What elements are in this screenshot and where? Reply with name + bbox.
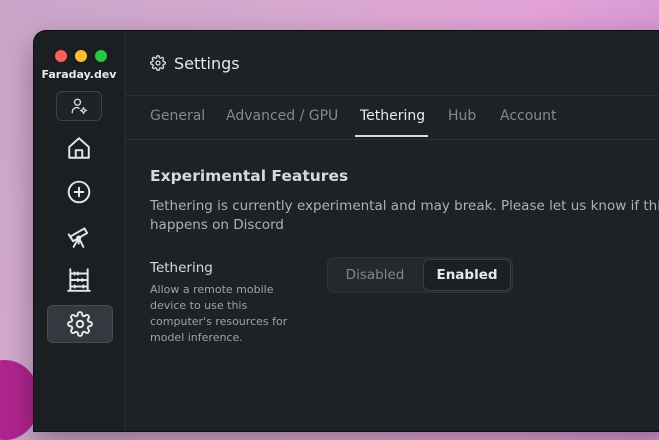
tab-tethering[interactable]: Tethering — [360, 108, 425, 124]
settings-content: Experimental Features Tethering is curre… — [150, 167, 659, 344]
sidebar-item-compute[interactable] — [47, 262, 111, 298]
abacus-icon — [66, 267, 92, 293]
toggle-option-enabled[interactable]: Enabled — [423, 259, 511, 291]
tab-bar: General Advanced / GPU Tethering Hub Acc… — [125, 95, 659, 140]
gear-icon — [67, 311, 93, 337]
sidebar-item-add[interactable] — [47, 174, 111, 210]
toggle-option-disabled[interactable]: Disabled — [328, 258, 422, 292]
tethering-label: Tethering — [150, 260, 213, 276]
tab-general[interactable]: General — [150, 108, 205, 124]
maximize-button[interactable] — [95, 50, 107, 62]
sidebar-item-explore[interactable] — [47, 218, 111, 254]
page-title: Settings — [174, 53, 240, 73]
tethering-help-text: Allow a remote mobile device to use this… — [150, 283, 288, 344]
tab-hub[interactable]: Hub — [448, 108, 476, 124]
telescope-icon — [66, 223, 92, 249]
app-window: Faraday.dev Settings General Advanced / … — [34, 31, 659, 431]
tab-advanced-gpu[interactable]: Advanced / GPU — [226, 108, 338, 124]
main-panel: Settings General Advanced / GPU Tetherin… — [125, 31, 659, 431]
window-controls — [55, 50, 107, 62]
user-gear-icon — [70, 97, 88, 115]
minimize-button[interactable] — [75, 50, 87, 62]
page-header: Settings — [125, 31, 659, 96]
sidebar-item-home[interactable] — [47, 130, 111, 166]
plus-circle-icon — [66, 179, 92, 205]
sidebar-item-settings[interactable] — [47, 305, 113, 343]
section-description: Tethering is currently experimental and … — [150, 198, 659, 233]
app-title: Faraday.dev — [41, 68, 117, 81]
active-tab-indicator — [355, 135, 428, 137]
close-button[interactable] — [55, 50, 67, 62]
tethering-toggle: Disabled Enabled — [327, 257, 513, 293]
user-settings-button[interactable] — [56, 91, 102, 121]
sidebar: Faraday.dev — [34, 31, 125, 431]
home-icon — [66, 135, 92, 161]
tab-account[interactable]: Account — [500, 108, 557, 124]
section-title: Experimental Features — [150, 167, 349, 185]
settings-gear-icon — [150, 55, 166, 71]
